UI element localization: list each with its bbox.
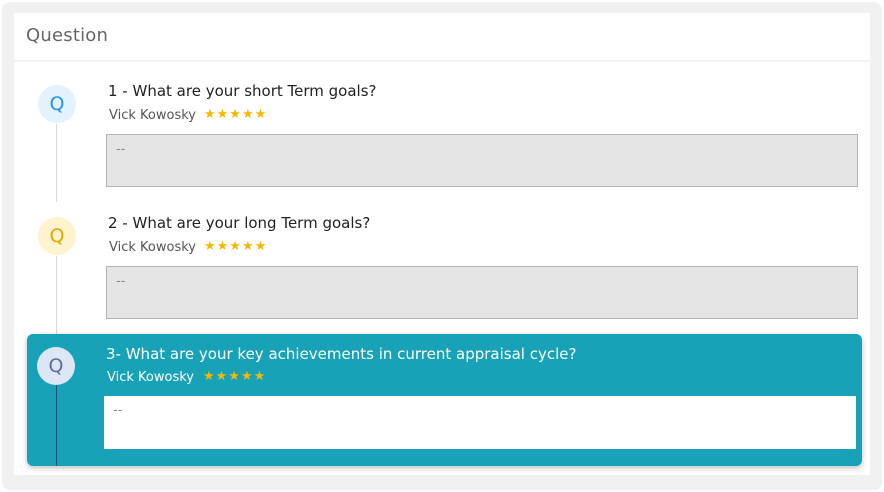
question-author: Vick Kowosky — [107, 370, 194, 385]
question-q-icon: Q — [38, 85, 76, 123]
question-title: 3- What are your key achievements in cur… — [106, 345, 577, 363]
question-q-icon: Q — [38, 217, 76, 255]
section-header: Question — [14, 13, 870, 60]
rating-stars-icon: ★★★★★ — [203, 369, 267, 384]
question-container: Question Q 1 - What are your short Term … — [2, 2, 882, 490]
answer-box[interactable]: -- — [106, 134, 858, 187]
rating-stars-icon: ★★★★★ — [204, 239, 268, 254]
question-author: Vick Kowosky — [109, 240, 196, 255]
question-item-active[interactable]: Q 3- What are your key achievements in c… — [27, 334, 862, 466]
question-title: 2 - What are your long Term goals? — [108, 214, 371, 232]
rating-stars-icon: ★★★★★ — [204, 107, 268, 122]
question-item: Q 1 - What are your short Term goals? Vi… — [14, 62, 870, 192]
answer-box[interactable]: -- — [106, 266, 858, 319]
section-title: Question — [26, 25, 109, 46]
question-q-icon: Q — [37, 347, 75, 385]
question-item: Q 2 - What are your long Term goals? Vic… — [14, 194, 870, 324]
question-title: 1 - What are your short Term goals? — [108, 82, 377, 100]
timeline-connector — [56, 385, 57, 466]
answer-box[interactable]: -- — [104, 396, 856, 449]
question-author: Vick Kowosky — [109, 108, 196, 123]
